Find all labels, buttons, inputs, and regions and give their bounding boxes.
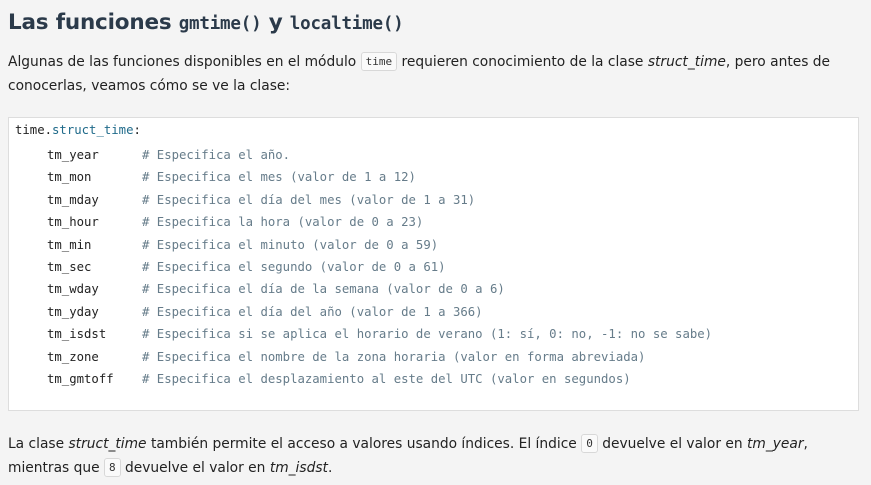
heading-func-gmtime: gmtime()	[178, 14, 262, 34]
code-comment: # Especifica el desplazamiento al este d…	[142, 372, 631, 386]
section-heading: Las funciones gmtime() y localtime()	[8, 10, 404, 35]
code-line-tm-gmtoff: tm_gmtoff # Especifica el desplazamiento …	[47, 371, 631, 387]
outro-em-struct-time: struct_time	[68, 436, 147, 452]
code-line-tm-isdst: tm_isdst # Especifica si se aplica el hor…	[47, 326, 712, 342]
outro-text-6: .	[327, 460, 333, 476]
code-line-tm-min: tm_min # Especifica el minuto (valor de 0…	[47, 237, 438, 253]
code-line-tm-yday: tm_yday # Especifica el día del año (valo…	[47, 304, 483, 320]
code-comment: # Especifica el segundo (valor de 0 a 61…	[142, 260, 446, 274]
code-field-name: tm_wday	[47, 282, 99, 297]
code-field-name: tm_yday	[47, 304, 99, 319]
outro-paragraph: La clase struct_time también permite el …	[8, 432, 864, 480]
intro-em-struct-time: struct_time	[647, 54, 726, 70]
outro-text-5: devuelve el valor en	[120, 460, 270, 476]
code-field-name: tm_mon	[47, 170, 92, 185]
code-line-tm-zone: tm_zone # Especifica el nombre de la zona…	[47, 349, 645, 365]
outro-text-3: devuelve el valor en	[597, 436, 747, 452]
code-line-tm-year: tm_year # Especifica el año.	[47, 147, 290, 163]
outro-text-1: La clase	[8, 436, 69, 452]
article-page: Las funciones gmtime() y localtime() Alg…	[0, 0, 871, 485]
outro-text-2: también permite el acceso a valores usan…	[146, 436, 582, 452]
code-line-tm-mon: tm_mon # Especifica el mes (valor de 1 a …	[47, 169, 416, 185]
intro-text-2: requieren conocimiento de la clase	[397, 54, 648, 70]
heading-conjunction: y	[261, 10, 290, 35]
inline-code-time: time	[360, 52, 398, 71]
code-class-name: struct_time	[52, 123, 134, 137]
code-comment: # Especifica el día del mes (valor de 1 …	[142, 192, 476, 207]
code-field-name: tm_zone	[47, 349, 99, 364]
code-module: time.	[15, 123, 53, 137]
code-line-tm-wday: tm_wday # Especifica el día de la semana …	[47, 281, 505, 297]
code-field-name: tm_mday	[47, 192, 99, 207]
code-comment: # Especifica el nombre de la zona horari…	[142, 349, 646, 364]
code-comment: # Especifica el día del año (valor de 1 …	[142, 304, 483, 319]
code-comment: # Especifica el año.	[142, 148, 291, 162]
code-colon: :	[133, 123, 141, 137]
inline-code-8: 8	[104, 458, 121, 477]
code-field-name: tm_isdst	[47, 327, 107, 342]
code-comment: # Especifica si se aplica el horario de …	[142, 327, 713, 342]
code-field-name: tm_gmtoff	[47, 372, 114, 386]
code-comment: # Especifica el minuto (valor de 0 a 59)	[142, 237, 439, 252]
code-comment: # Especifica el mes (valor de 1 a 12)	[142, 170, 416, 185]
intro-text-1: Algunas de las funciones disponibles en …	[8, 54, 361, 70]
outro-em-tm-isdst: tm_isdst	[269, 460, 328, 476]
code-class-line: time.struct_time:	[15, 123, 141, 137]
code-line-tm-hour: tm_hour # Especifica la hora (valor de 0 …	[47, 214, 423, 230]
code-field-name: tm_year	[47, 148, 99, 162]
outro-em-tm-year: tm_year	[747, 436, 804, 452]
code-line-tm-mday: tm_mday # Especifica el día del mes (valo…	[47, 192, 475, 208]
code-block: time.struct_time: tm_year # Especifica el…	[8, 117, 859, 411]
intro-paragraph: Algunas de las funciones disponibles en …	[8, 50, 864, 98]
code-line-tm-sec: tm_sec # Especifica el segundo (valor de …	[47, 259, 446, 275]
code-field-name: tm_hour	[47, 215, 99, 230]
heading-func-localtime: localtime()	[289, 14, 404, 34]
code-comment: # Especifica el día de la semana (valor …	[142, 282, 505, 297]
inline-code-0: 0	[581, 434, 598, 453]
code-field-name: tm_min	[47, 237, 92, 252]
heading-text: Las funciones	[8, 10, 179, 35]
code-comment: # Especifica la hora (valor de 0 a 23)	[142, 215, 424, 230]
code-field-name: tm_sec	[47, 260, 92, 274]
